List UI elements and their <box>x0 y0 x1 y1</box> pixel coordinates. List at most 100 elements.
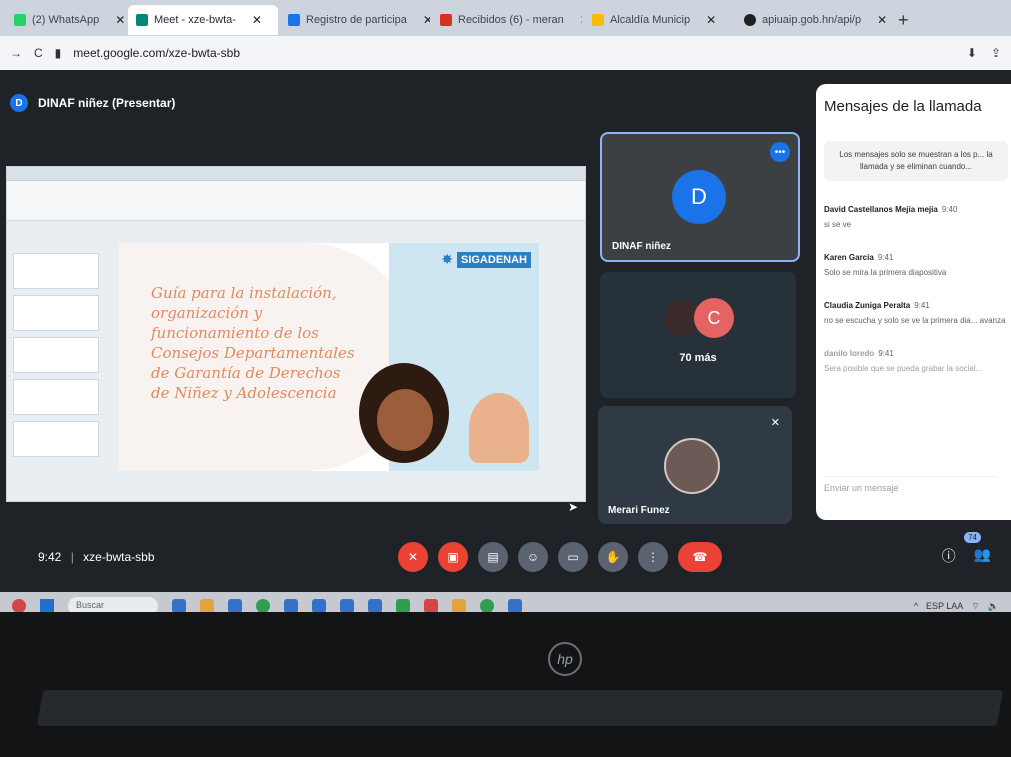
hang-up-icon: ☎ <box>692 550 708 564</box>
mic-toggle-button[interactable]: ✕ <box>398 542 428 572</box>
people-icon[interactable]: 👥 74 <box>964 532 991 566</box>
share-icon[interactable]: ⇪ <box>991 46 1001 60</box>
sigadenah-logo: ✸ SIGADENAH <box>441 251 531 268</box>
mouse-cursor-icon: ➤ <box>568 500 579 514</box>
close-icon[interactable]: ✕ <box>580 13 582 27</box>
chat-title: Mensajes de la llamada <box>824 98 982 115</box>
taskbar-search[interactable]: Buscar <box>68 597 158 612</box>
emoji-button[interactable]: ☺ <box>518 542 548 572</box>
camera-toggle-button[interactable]: ▣ <box>438 542 468 572</box>
more-options-button[interactable]: ⋮ <box>638 542 668 572</box>
child-illustration <box>359 363 449 463</box>
chrome-icon[interactable] <box>480 599 494 612</box>
download-icon[interactable]: ⬇ <box>967 46 977 60</box>
captions-button[interactable]: ▤ <box>478 542 508 572</box>
bookmark-icon <box>592 14 604 26</box>
tray-language[interactable]: ESP LAA <box>926 601 963 612</box>
leave-call-button[interactable]: ☎ <box>678 542 722 572</box>
powerpoint-icon[interactable] <box>424 599 438 612</box>
shared-window-toolbar <box>7 181 585 221</box>
present-button[interactable]: ▭ <box>558 542 588 572</box>
slide-thumbnail <box>13 253 99 289</box>
close-icon[interactable]: ✕ <box>877 13 886 27</box>
slide-thumbnail <box>13 295 99 331</box>
tab-recibidos[interactable]: Recibidos (6) - meran ✕ <box>432 5 582 35</box>
windows-taskbar: Buscar ^ ESP LAA ⌔ 🔈 <box>0 592 1011 612</box>
chat-panel: Mensajes de la llamada Los mensajes solo… <box>816 84 1011 520</box>
tab-whatsapp[interactable]: (2) WhatsApp ✕ <box>6 5 126 35</box>
avatar: D <box>10 94 28 112</box>
participant-tile-self[interactable]: ✕ Merari Funez <box>598 406 792 524</box>
laptop-bezel <box>0 612 1011 757</box>
slide-thumbnail <box>13 421 99 457</box>
chat-notice: Los mensajes solo se muestran a los p...… <box>824 141 1008 181</box>
close-icon[interactable]: ✕ <box>115 13 125 27</box>
files-icon[interactable] <box>452 599 466 612</box>
call-controls: ✕ ▣ ▤ ☺ ▭ ✋ ⋮ ☎ <box>398 542 722 572</box>
side-controls: ⓘ 👥 74 <box>942 532 991 566</box>
emoji-icon: ☺ <box>526 550 540 564</box>
shared-screen: ✸ SIGADENAH Guía para la instalación, or… <box>6 166 586 502</box>
close-icon[interactable]: ✕ <box>252 13 262 27</box>
shared-window-titlebar <box>7 167 585 181</box>
chevron-up-icon[interactable]: ^ <box>914 601 918 612</box>
participant-tile-presenter[interactable]: ••• D DINAF niñez <box>600 132 800 262</box>
slide-thumbnail <box>13 337 99 373</box>
camera-off-icon: ▣ <box>447 550 459 564</box>
app-icon[interactable] <box>508 599 522 612</box>
participant-count-badge: 74 <box>964 532 981 543</box>
meeting-info: 9:42 | xze-bwta-sbb <box>38 550 155 564</box>
site-info-icon[interactable]: ▮ <box>55 46 62 60</box>
info-icon[interactable]: ⓘ <box>942 546 956 566</box>
chat-message: David Castellanos Mejía mejía 9:40 si se … <box>824 205 958 229</box>
tab-registro[interactable]: Registro de participa ✕ <box>280 5 430 35</box>
laptop-screen: (2) WhatsApp ✕ Meet - xze-bwta- ✕ Regist… <box>0 0 1011 612</box>
system-tray: ^ ESP LAA ⌔ 🔈 <box>914 601 999 612</box>
address-bar: → C ▮ meet.google.com/xze-bwta-sbb ⬇ ⇪ <box>0 36 1011 70</box>
url-field[interactable]: meet.google.com/xze-bwta-sbb <box>73 46 240 60</box>
globe-icon <box>744 14 756 26</box>
app-icon[interactable] <box>172 599 186 612</box>
meet-icon <box>136 14 148 26</box>
chat-message: Karen García 9:41 Solo se mira la primera… <box>824 253 947 277</box>
chat-message: danilo loredo 9:41 Sera posible que se pu… <box>824 349 983 373</box>
tab-apiuaip[interactable]: apiuaip.gob.hn/api/p ✕ <box>736 5 886 35</box>
store-icon[interactable] <box>284 599 298 612</box>
close-icon[interactable]: ✕ <box>706 13 716 27</box>
meet-control-bar: 9:42 | xze-bwta-sbb ✕ ▣ ▤ ☺ ▭ ✋ ⋮ ☎ ⓘ 👥 7… <box>0 532 1011 582</box>
present-icon: ▭ <box>567 550 579 564</box>
whatsapp-icon <box>14 14 26 26</box>
excel-icon[interactable] <box>396 599 410 612</box>
chat-input[interactable]: Enviar un mensaje <box>824 476 996 500</box>
widget-icon[interactable] <box>12 599 26 612</box>
slide-thumbnail <box>13 379 99 415</box>
edge-icon[interactable] <box>228 599 242 612</box>
tab-alcaldia[interactable]: Alcaldía Municip ✕ <box>584 5 734 35</box>
more-options-icon[interactable]: ••• <box>770 142 790 162</box>
dropbox-icon[interactable] <box>340 599 354 612</box>
reload-icon[interactable]: C <box>34 46 43 60</box>
browser-tab-strip: (2) WhatsApp ✕ Meet - xze-bwta- ✕ Regist… <box>0 0 1011 36</box>
avatar <box>664 438 720 494</box>
participant-tile-group[interactable]: C 70 más <box>600 272 796 398</box>
mic-off-icon: ✕ <box>770 417 780 429</box>
volume-icon[interactable]: 🔈 <box>988 601 999 612</box>
raise-hand-button[interactable]: ✋ <box>598 542 628 572</box>
mail-icon[interactable] <box>312 599 326 612</box>
new-tab-button[interactable]: + <box>898 10 909 31</box>
wifi-icon[interactable]: ⌔ <box>971 601 979 612</box>
current-slide: ✸ SIGADENAH Guía para la instalación, or… <box>119 243 539 471</box>
word-icon[interactable] <box>368 599 382 612</box>
tab-meet[interactable]: Meet - xze-bwta- ✕ <box>128 5 278 35</box>
mic-off-icon: ✕ <box>407 550 419 564</box>
forward-arrow-icon[interactable]: → <box>10 46 22 60</box>
gmail-icon <box>440 14 452 26</box>
more-participants-count: 70 más <box>679 352 717 364</box>
folder-icon[interactable] <box>200 599 214 612</box>
windows-start-icon[interactable] <box>40 599 54 612</box>
child-illustration <box>469 393 529 463</box>
captions-icon: ▤ <box>487 550 499 564</box>
chrome-icon[interactable] <box>256 599 270 612</box>
hp-logo: hp <box>548 642 582 676</box>
close-icon[interactable]: ✕ <box>423 13 430 27</box>
